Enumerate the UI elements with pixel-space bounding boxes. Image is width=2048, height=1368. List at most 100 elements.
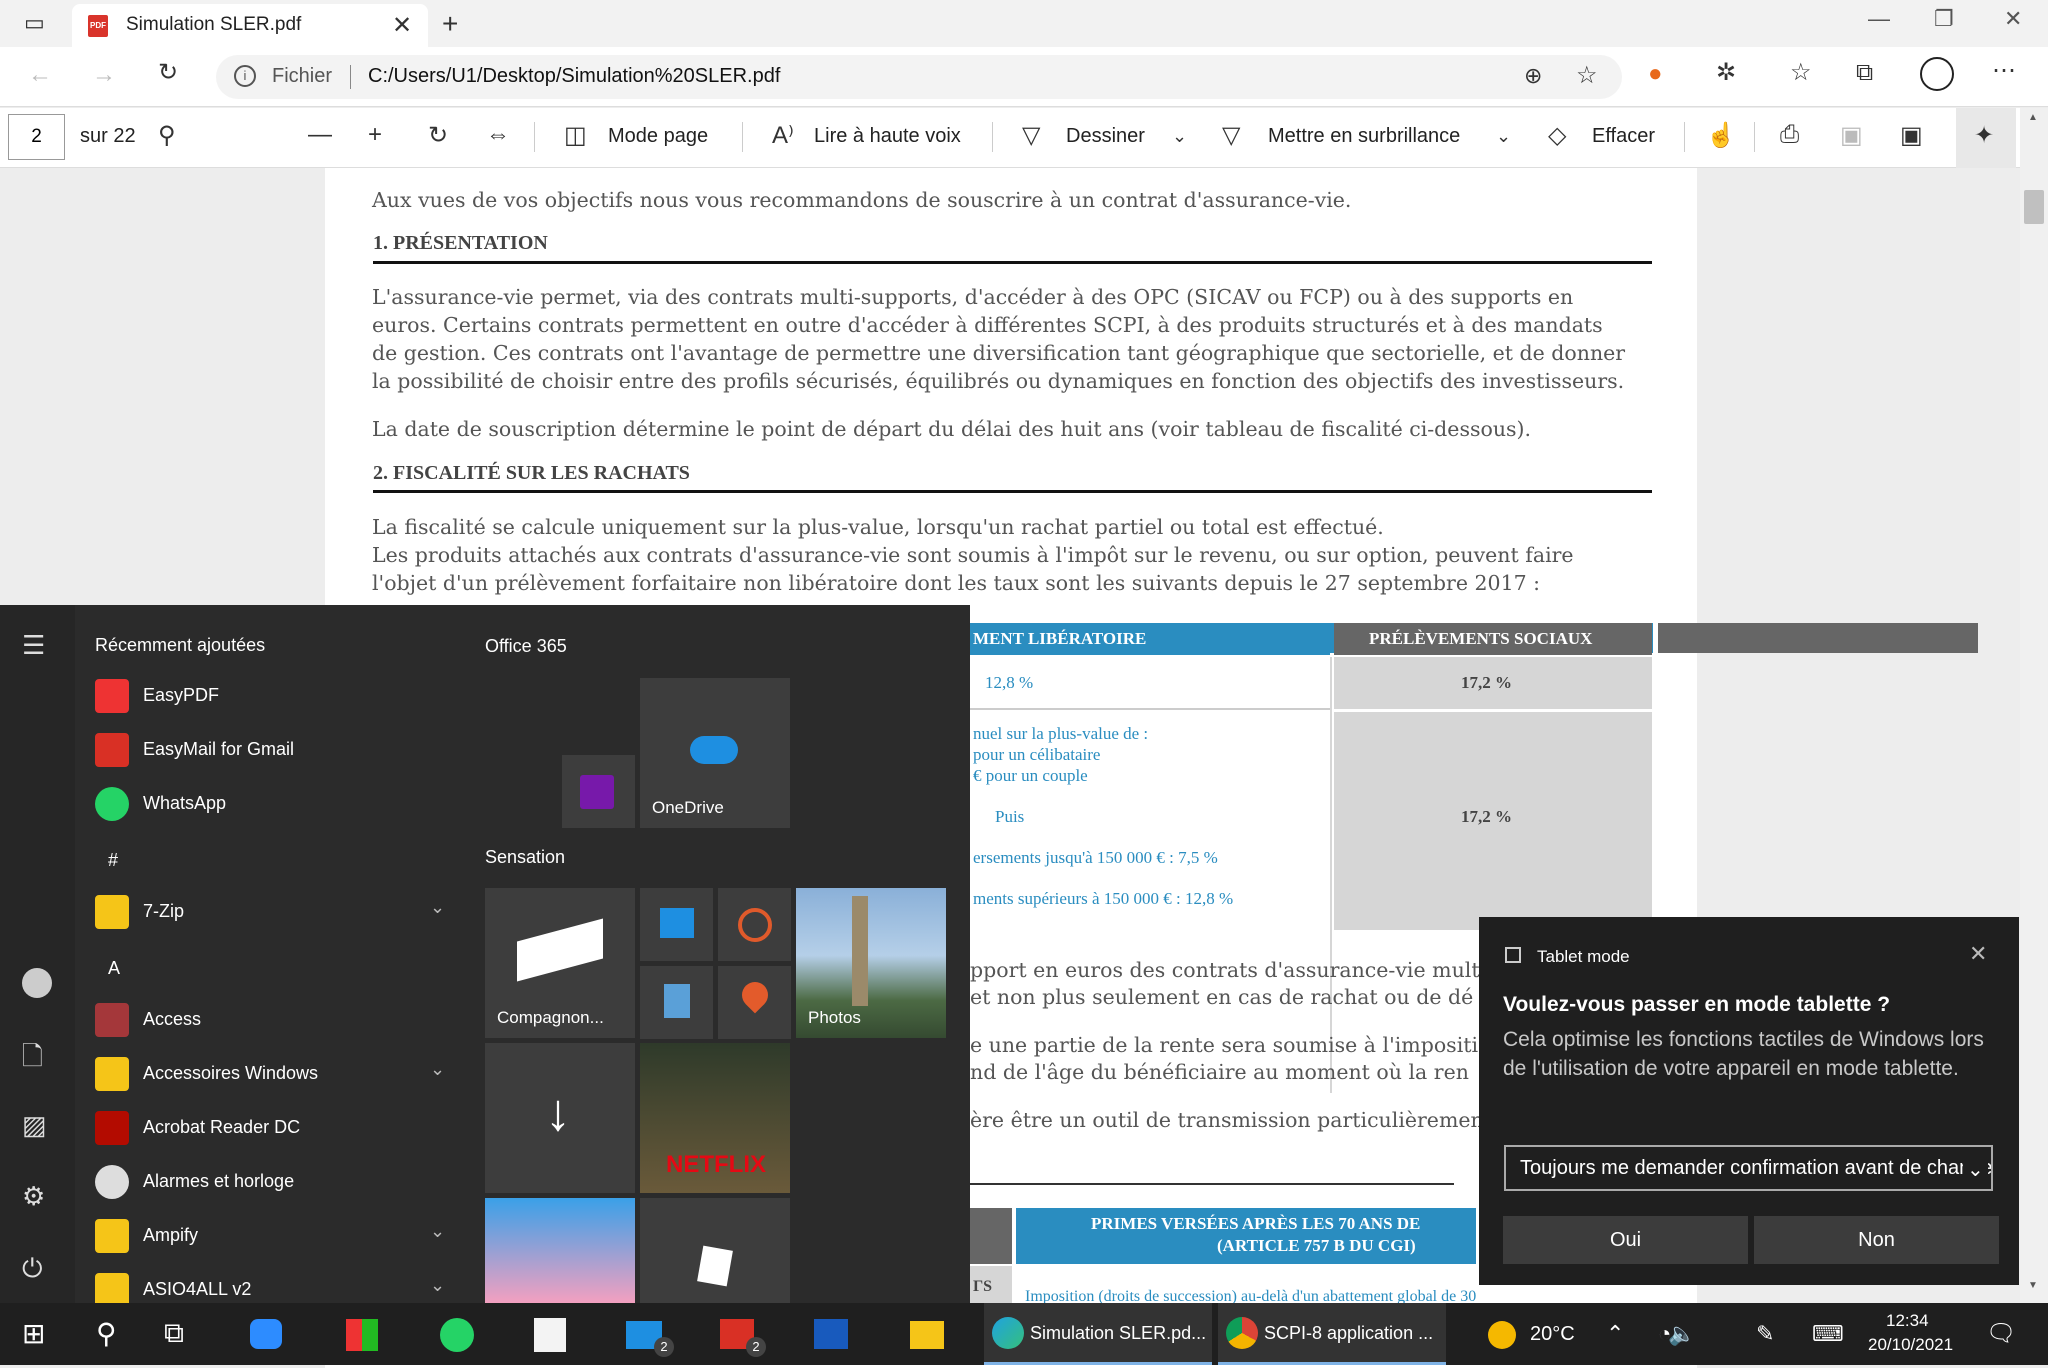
no-button[interactable]: Non <box>1754 1216 1999 1264</box>
tile-groove[interactable] <box>718 888 791 961</box>
highlight-icon[interactable]: ▽ <box>1222 121 1240 150</box>
eraser-icon[interactable]: ◇ <box>1548 121 1566 150</box>
erase-button[interactable]: Effacer <box>1592 125 1655 148</box>
keyboard-icon[interactable]: ⌨ <box>1812 1321 1844 1347</box>
tab-simulation-pdf[interactable]: PDF Simulation SLER.pdf ✕ <box>72 4 428 47</box>
info-icon[interactable]: i <box>234 65 256 87</box>
settings-gear-icon[interactable]: ⚙ <box>22 1181 45 1212</box>
scroll-down-icon[interactable]: ▼ <box>2028 1280 2038 1291</box>
search-icon[interactable]: ⚲ <box>96 1317 117 1350</box>
tile-netflix[interactable]: NETFLIX <box>640 1043 790 1193</box>
start-app-whatsapp[interactable]: WhatsApp <box>95 783 455 823</box>
chevron-down-icon[interactable]: ⌄ <box>430 1059 445 1080</box>
pictures-icon[interactable]: ▨ <box>22 1110 47 1141</box>
start-app-acrobat[interactable]: Acrobat Reader DC <box>95 1107 455 1147</box>
touch-icon[interactable]: ☝ <box>1706 121 1736 150</box>
tile-candy-crush[interactable] <box>485 1198 635 1303</box>
start-app-accessoires[interactable]: Accessoires Windows ⌄ <box>95 1053 455 1093</box>
print-icon[interactable]: ⎙ <box>1780 121 1799 149</box>
vertical-scrollbar[interactable]: ▲ ▼ <box>2020 108 2048 1303</box>
tile-solitaire[interactable] <box>640 1198 790 1303</box>
notifications-icon[interactable]: 🗨 <box>1986 1319 2016 1348</box>
tile-compagnon[interactable]: Compagnon... <box>485 888 635 1038</box>
section-letter-hash[interactable]: # <box>108 850 118 871</box>
search-icon[interactable]: ⚲ <box>158 121 176 150</box>
chevron-down-icon[interactable]: ⌄ <box>1496 126 1511 147</box>
clock-date[interactable]: 20/10/2021 <box>1868 1335 1953 1355</box>
start-app-alarmes[interactable]: Alarmes et horloge <box>95 1161 455 1201</box>
tile-downloads[interactable]: ↓ <box>485 1043 635 1193</box>
weather-sun-icon[interactable] <box>1488 1321 1516 1349</box>
page-mode-button[interactable]: Mode page <box>608 125 708 148</box>
zoom-in-icon[interactable]: + <box>368 121 382 149</box>
profile-avatar[interactable] <box>1920 57 1954 91</box>
scroll-thumb[interactable] <box>2024 190 2044 224</box>
url-text[interactable]: C:/Users/U1/Desktop/Simulation%20SLER.pd… <box>368 65 780 88</box>
power-icon[interactable]: ⏻ <box>22 1253 43 1285</box>
start-app-access[interactable]: Access <box>95 999 455 1039</box>
close-icon[interactable]: ✕ <box>1969 941 1987 967</box>
start-app-easymail[interactable]: EasyMail for Gmail <box>95 729 455 769</box>
start-app-ampify[interactable]: Ampify ⌄ <box>95 1215 455 1255</box>
address-field[interactable]: i Fichier C:/Users/U1/Desktop/Simulation… <box>216 55 1622 99</box>
user-avatar-icon[interactable] <box>22 968 52 998</box>
refresh-icon[interactable]: ↻ <box>158 61 178 85</box>
fit-page-icon[interactable]: ⇔ <box>486 121 510 149</box>
add-favorite-icon[interactable]: ☆ <box>1576 64 1598 88</box>
taskbar-chrome-window[interactable]: SCPI-8 application ... <box>1218 1303 1446 1365</box>
word-icon[interactable] <box>814 1319 848 1349</box>
store-icon[interactable] <box>534 1318 566 1352</box>
chevron-down-icon[interactable]: ⌄ <box>1172 126 1187 147</box>
pen-icon[interactable]: ✎ <box>1756 1321 1774 1347</box>
extensions-puzzle-icon[interactable]: ✲ <box>1716 61 1736 85</box>
chevron-down-icon[interactable]: ⌄ <box>1963 1157 1988 1182</box>
favorites-icon[interactable]: ☆ <box>1790 61 1812 85</box>
back-icon[interactable]: ← <box>28 63 52 87</box>
tablet-mode-select[interactable]: Toujours me demander confirmation avant … <box>1504 1145 1993 1191</box>
tile-photos[interactable]: Photos <box>796 888 946 1038</box>
zoom-icon[interactable]: ⊕ <box>1524 65 1542 87</box>
volume-icon[interactable]: 🔈 <box>1668 1321 1695 1347</box>
collections-icon[interactable]: ⧉ <box>1856 61 1873 85</box>
chevron-up-icon[interactable]: ⌃ <box>1606 1321 1624 1347</box>
start-app-7zip[interactable]: 7-Zip ⌄ <box>95 891 455 931</box>
page-mode-icon[interactable]: ◫ <box>564 121 587 150</box>
new-tab-icon[interactable]: + <box>442 10 458 38</box>
tile-onenote[interactable] <box>562 755 635 828</box>
more-menu-icon[interactable]: ⋯ <box>1992 59 2016 83</box>
documents-icon[interactable]: 🗋 <box>22 1038 43 1082</box>
draw-button[interactable]: Dessiner <box>1066 125 1145 148</box>
whatsapp-icon[interactable] <box>440 1318 474 1352</box>
tile-onedrive[interactable]: OneDrive <box>640 678 790 828</box>
tab-actions-icon[interactable]: ▭ <box>24 12 45 34</box>
draw-icon[interactable]: ▽ <box>1022 121 1040 150</box>
minimize-icon[interactable]: — <box>1868 6 1890 32</box>
start-app-easypdf[interactable]: EasyPDF <box>95 675 455 715</box>
clock-time[interactable]: 12:34 <box>1886 1311 1929 1331</box>
tile-movies[interactable] <box>640 888 713 961</box>
highlight-button[interactable]: Mettre en surbrillance <box>1268 125 1460 148</box>
yes-button[interactable]: Oui <box>1503 1216 1748 1264</box>
chevron-down-icon[interactable]: ⌄ <box>430 1275 445 1296</box>
tile-maps[interactable] <box>718 966 791 1039</box>
page-number-input[interactable]: 2 <box>8 114 65 160</box>
close-tab-icon[interactable]: ✕ <box>392 11 412 40</box>
weather-temperature[interactable]: 20°C <box>1530 1323 1575 1346</box>
read-aloud-button[interactable]: Lire à haute voix <box>814 125 961 148</box>
pin-toolbar-button[interactable]: ✦ <box>1956 108 2016 168</box>
windows-start-icon[interactable]: ⊞ <box>22 1317 45 1350</box>
rotate-icon[interactable]: ↻ <box>428 121 448 150</box>
restore-icon[interactable]: ❐ <box>1934 6 1954 32</box>
chevron-down-icon[interactable]: ⌄ <box>430 1221 445 1242</box>
taskbar-edge-window[interactable]: Simulation SLER.pd... <box>984 1303 1212 1365</box>
read-aloud-icon[interactable]: A⁾ <box>772 121 794 150</box>
chevron-down-icon[interactable]: ⌄ <box>430 897 445 918</box>
zoom-out-icon[interactable]: — <box>308 121 332 149</box>
save-as-icon[interactable]: ▣ <box>1900 121 1923 150</box>
scroll-up-icon[interactable]: ▲ <box>2028 112 2038 123</box>
app-icon[interactable] <box>346 1319 378 1351</box>
extension-icon[interactable]: ● <box>1648 62 1663 86</box>
zoom-app-icon[interactable] <box>250 1319 282 1349</box>
close-window-icon[interactable]: ✕ <box>2004 6 2022 32</box>
save-icon[interactable]: ▣ <box>1840 121 1863 150</box>
